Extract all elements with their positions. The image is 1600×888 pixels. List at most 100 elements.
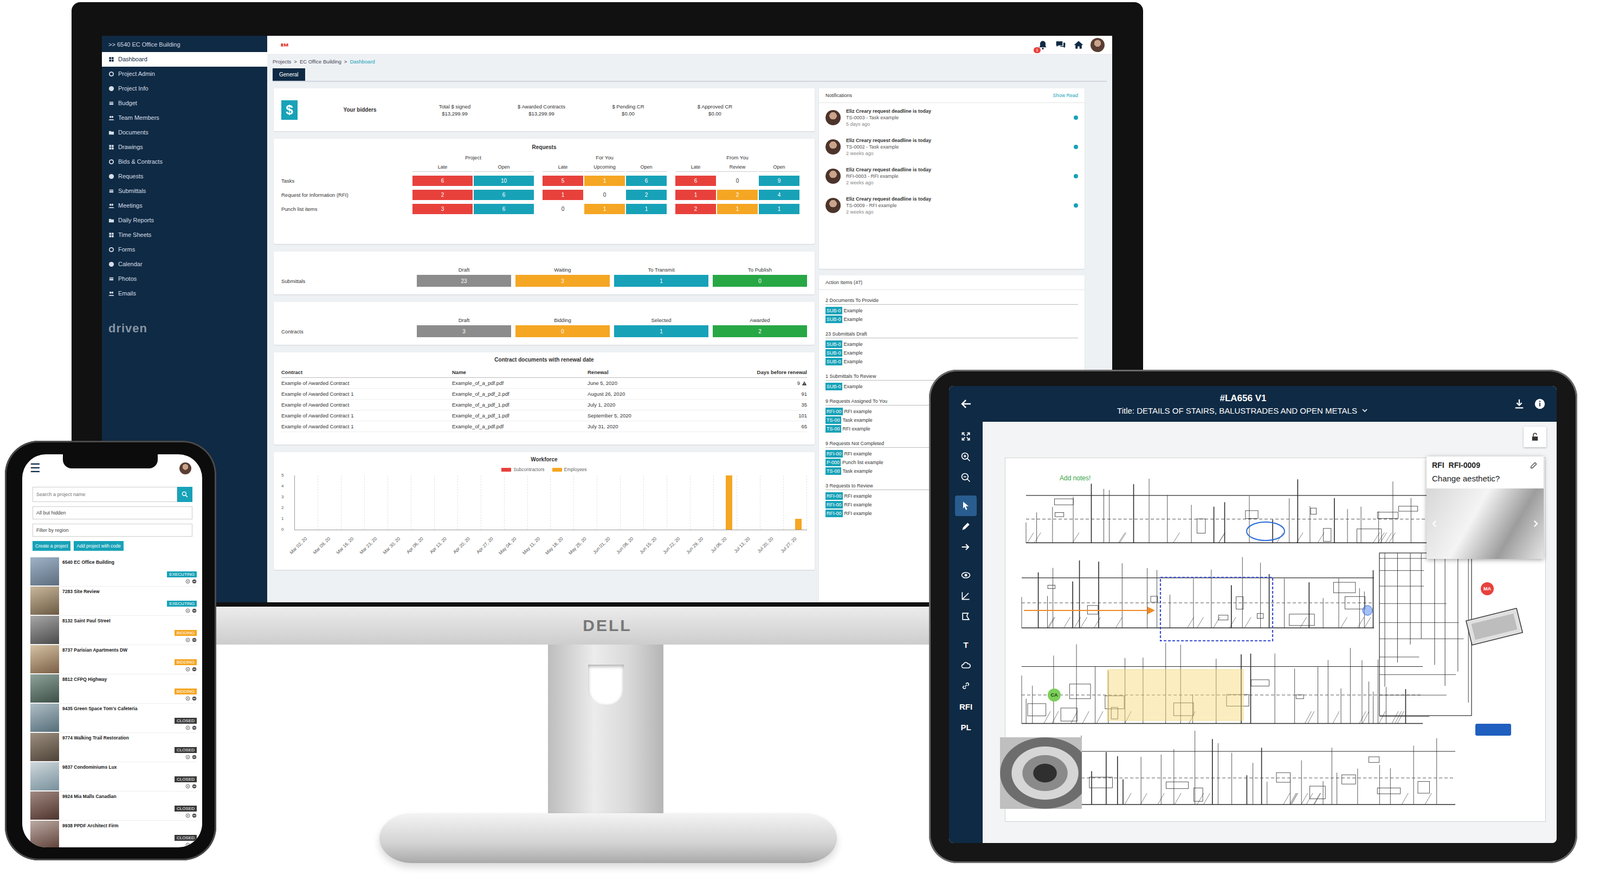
hide-icon[interactable] xyxy=(191,695,197,701)
sidebar-item[interactable]: Drawings xyxy=(101,139,268,155)
request-count[interactable]: 2 xyxy=(717,189,758,200)
chart-bar[interactable] xyxy=(725,475,733,530)
request-count[interactable]: 1 xyxy=(758,203,800,215)
sidebar-item[interactable]: Meetings xyxy=(101,198,268,214)
hide-icon[interactable] xyxy=(191,637,197,643)
pipeline-stage[interactable]: To Publish0 xyxy=(712,266,808,287)
request-count[interactable]: 1 xyxy=(626,203,667,215)
hide-icon[interactable] xyxy=(191,813,197,818)
project-row[interactable]: 8132 Saint Paul StreetBIDDING xyxy=(30,615,197,645)
annotation-marker[interactable]: CA xyxy=(1047,688,1061,702)
action-item[interactable]: SUB-0Example xyxy=(825,306,1079,315)
request-count[interactable]: 0 xyxy=(717,175,758,186)
lock-button[interactable] xyxy=(1523,426,1547,448)
sidebar-item[interactable]: Time Sheets xyxy=(101,227,268,243)
notification-item[interactable]: Eliz Creary request deadline is todayTS-… xyxy=(818,102,1085,133)
info-icon[interactable] xyxy=(1533,397,1546,410)
filter-select[interactable]: All but hidden xyxy=(32,506,193,520)
pipeline-stage[interactable]: Waiting3 xyxy=(515,266,610,287)
chevron-right-icon[interactable] xyxy=(1530,518,1541,529)
hide-icon[interactable] xyxy=(191,578,197,584)
action-item[interactable]: SUB-0Example xyxy=(825,339,1079,349)
eye-icon[interactable] xyxy=(185,754,191,760)
sidebar-item[interactable]: Emails xyxy=(101,286,268,301)
tab[interactable]: General xyxy=(272,68,306,81)
tool-button[interactable]: T xyxy=(955,634,977,655)
request-count[interactable]: 1 xyxy=(542,189,584,200)
sidebar-item[interactable]: Photos xyxy=(101,271,268,287)
request-count[interactable]: 9 xyxy=(758,175,800,186)
request-count[interactable]: 2 xyxy=(626,189,667,200)
notification-item[interactable]: Eliz Creary request deadline is todayRFI… xyxy=(818,161,1085,191)
tool-button[interactable] xyxy=(955,654,977,676)
hide-icon[interactable] xyxy=(191,754,197,760)
project-row[interactable]: 9924 Mia Malls CanadianCLOSED xyxy=(30,791,197,821)
drawing-title[interactable]: Title: DETAILS OF STAIRS, BALUSTRADES AN… xyxy=(1117,405,1370,416)
eye-icon[interactable] xyxy=(185,666,191,672)
eye-icon[interactable] xyxy=(185,695,191,701)
request-count[interactable]: 6 xyxy=(675,175,716,186)
sidebar-item[interactable]: Project Info xyxy=(101,81,268,96)
hide-icon[interactable] xyxy=(191,608,197,614)
eye-icon[interactable] xyxy=(185,608,191,614)
pipeline-stage[interactable]: To Transmit1 xyxy=(614,266,709,287)
request-count[interactable]: 6 xyxy=(626,175,667,186)
tool-button[interactable] xyxy=(955,495,977,516)
request-count[interactable]: 6 xyxy=(473,189,534,200)
request-count[interactable]: 0 xyxy=(584,189,625,200)
hide-icon[interactable] xyxy=(191,783,197,789)
eye-icon[interactable] xyxy=(185,783,191,789)
project-row[interactable]: 7283 Site ReviewEXECUTING xyxy=(30,586,197,616)
eye-icon[interactable] xyxy=(185,637,191,643)
eye-icon[interactable] xyxy=(185,842,191,848)
legend-item[interactable]: Subcontractors xyxy=(501,466,545,473)
request-count[interactable]: 3 xyxy=(412,203,473,215)
action-item[interactable]: SUB-0Example xyxy=(825,357,1079,366)
breadcrumb-item[interactable]: Projects xyxy=(272,58,292,65)
photo-thumbnail[interactable] xyxy=(1000,737,1082,809)
request-count[interactable]: 1 xyxy=(717,203,758,215)
tool-button[interactable] xyxy=(955,585,977,606)
project-row[interactable]: 8737 Parisian Apartments DWBIDDING xyxy=(30,644,197,675)
chart-bar[interactable] xyxy=(795,518,802,530)
pipeline-stage[interactable]: Draft3 xyxy=(416,317,512,338)
eye-icon[interactable] xyxy=(185,725,191,731)
sidebar-item[interactable]: Daily Reports xyxy=(101,213,268,228)
request-count[interactable]: 2 xyxy=(675,203,716,215)
user-avatar[interactable] xyxy=(1090,37,1105,53)
sidebar-item[interactable]: Calendar xyxy=(101,256,268,272)
edit-icon[interactable] xyxy=(1529,460,1539,470)
sidebar-item[interactable]: Dashboard xyxy=(101,52,268,67)
request-count[interactable]: 6 xyxy=(473,203,534,215)
action-item[interactable]: SUB-0Example xyxy=(825,314,1079,324)
tool-button[interactable] xyxy=(955,446,977,468)
notification-item[interactable]: Eliz Creary request deadline is todayTS-… xyxy=(818,190,1085,221)
action-button[interactable]: Create a project xyxy=(32,540,71,551)
project-row[interactable]: 6540 EC Office BuildingEXECUTING xyxy=(30,557,197,587)
back-arrow-icon[interactable] xyxy=(959,397,973,411)
tool-button[interactable] xyxy=(955,675,977,696)
download-icon[interactable] xyxy=(1513,397,1526,410)
request-count[interactable]: 10 xyxy=(473,175,534,186)
hide-icon[interactable] xyxy=(191,666,197,672)
note-annotation[interactable]: Add notes! xyxy=(1058,474,1092,482)
filter-select[interactable]: Filter by region xyxy=(32,523,193,537)
eye-icon[interactable] xyxy=(185,813,191,818)
request-count[interactable]: 1 xyxy=(584,203,625,215)
annotation-marker[interactable]: MA xyxy=(1480,582,1494,596)
breadcrumb-item[interactable]: EC Office Building xyxy=(299,58,342,65)
tool-button[interactable] xyxy=(955,515,977,537)
tool-button[interactable] xyxy=(955,426,977,447)
pipeline-stage[interactable]: Awarded2 xyxy=(712,317,808,338)
app-logo-icon[interactable] xyxy=(276,40,293,50)
tool-button[interactable] xyxy=(955,536,977,558)
action-button[interactable]: Add project with code xyxy=(73,540,124,551)
project-row[interactable]: 9938 PPDF Architect FirmCLOSED xyxy=(30,820,197,848)
project-row[interactable]: 9774 Walking Trail RestorationCLOSED xyxy=(30,732,197,763)
project-row[interactable]: 9435 Green Space Tom's CafeteriaCLOSED xyxy=(30,703,197,733)
hide-icon[interactable] xyxy=(191,725,197,731)
sidebar-item[interactable]: Requests xyxy=(101,169,268,184)
tool-button[interactable] xyxy=(955,467,977,488)
chat-icon[interactable] xyxy=(1054,39,1067,51)
request-count[interactable]: 0 xyxy=(542,203,584,215)
